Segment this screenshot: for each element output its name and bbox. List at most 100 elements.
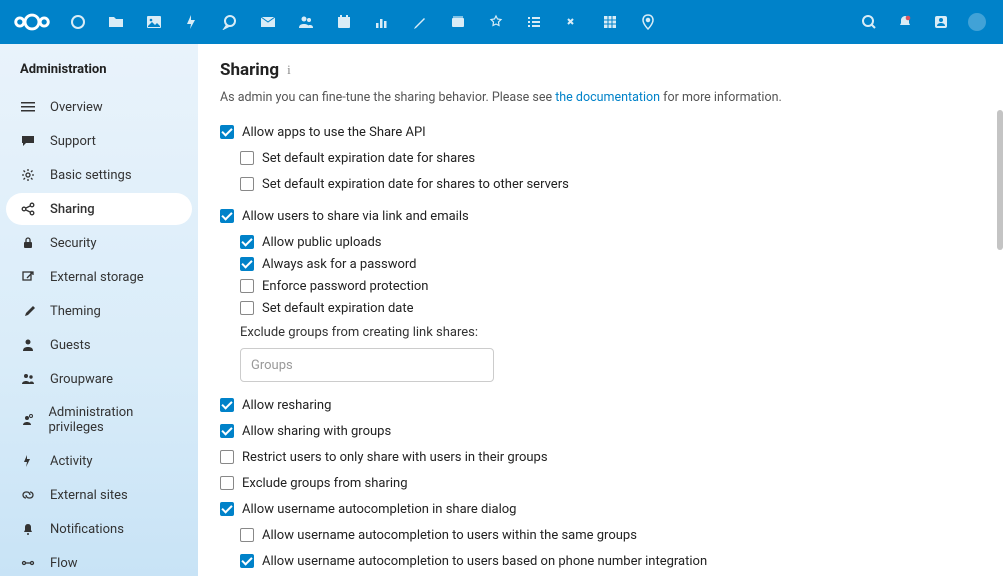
flow-icon [20,555,36,571]
sidebar-item-label: Overview [50,100,103,115]
sidebar-item-label: Activity [50,454,93,469]
sidebar-item-groupware[interactable]: Groupware [6,363,192,395]
sidebar-item-activity[interactable]: Activity [6,445,192,477]
gear-icon [20,167,36,183]
user-menu-icon[interactable] [959,0,995,44]
chk-set-exp[interactable] [240,301,254,315]
sidebar-item-basic-settings[interactable]: Basic settings [6,159,192,191]
person-icon [20,337,36,353]
lbl-reshare: Allow resharing [242,398,331,413]
chk-exp-shares[interactable] [240,151,254,165]
lbl-share-api: Allow apps to use the Share API [242,125,426,140]
sidebar-item-security[interactable]: Security [6,227,192,259]
chk-share-groups[interactable] [220,424,234,438]
sidebar-item-flow[interactable]: Flow [6,547,192,576]
sidebar-item-label: External storage [50,270,144,285]
groups-input[interactable]: Groups [240,348,494,382]
sidebar-item-external-sites[interactable]: External sites [6,479,192,511]
chk-ask-pw[interactable] [240,257,254,271]
lbl-public-up: Allow public uploads [262,235,381,250]
chk-ac-phone[interactable] [240,554,254,568]
brush-icon [20,303,36,319]
talk-icon[interactable] [212,0,248,44]
share-icon [20,201,36,217]
content: Sharing i As admin you can fine-tune the… [198,44,1003,576]
sidebar-item-guests[interactable]: Guests [6,329,192,361]
photos-icon[interactable] [136,0,172,44]
tasks-icon[interactable] [516,0,552,44]
chk-ac-same-group[interactable] [240,528,254,542]
page-title: Sharing i [220,60,975,80]
lbl-ask-pw: Always ask for a password [262,257,417,272]
notes-icon[interactable] [402,0,438,44]
calendar-icon[interactable] [326,0,362,44]
dashboard-icon[interactable] [60,0,96,44]
sidebar-item-notifications[interactable]: Notifications [6,513,192,545]
group-icon [20,371,36,387]
lbl-set-exp: Set default expiration date [262,301,414,316]
page-desc: As admin you can fine-tune the sharing b… [220,90,975,105]
chk-restrict-groups[interactable] [220,450,234,464]
cospend-icon[interactable] [554,0,590,44]
sidebar-item-label: Guests [50,338,91,353]
bookmarks-icon[interactable] [478,0,514,44]
activity-icon[interactable] [174,0,210,44]
bell-icon [20,521,36,537]
page-title-text: Sharing [220,60,279,80]
search-icon[interactable] [851,0,887,44]
lbl-autocomplete: Allow username autocompletion in share d… [242,502,517,517]
topbar [0,0,1003,44]
sidebar-item-administration-privileges[interactable]: Administration privileges [6,397,192,443]
doc-link[interactable]: the documentation [555,90,660,105]
analytics-icon[interactable] [364,0,400,44]
main: Administration Overview Support Basic sett… [0,44,1003,576]
chk-reshare[interactable] [220,398,234,412]
chk-public-up[interactable] [240,235,254,249]
chat-icon [20,133,36,149]
deck-icon[interactable] [440,0,476,44]
lbl-share-groups: Allow sharing with groups [242,424,391,439]
lbl-exp-servers: Set default expiration date for shares t… [262,177,569,192]
chk-exp-servers[interactable] [240,177,254,191]
admin-icon [20,412,34,428]
sidebar-item-label: Groupware [50,372,113,387]
chk-link-email[interactable] [220,209,234,223]
list-icon [20,99,36,115]
chk-share-api[interactable] [220,125,234,139]
sidebar-item-label: Administration privileges [48,405,178,435]
sidebar-item-theming[interactable]: Theming [6,295,192,327]
topbar-right [851,0,995,44]
mail-icon[interactable] [250,0,286,44]
lbl-enforce-pw: Enforce password protection [262,279,428,294]
chk-exclude-groups[interactable] [220,476,234,490]
sidebar-item-label: Sharing [50,202,95,217]
notifications-icon[interactable] [887,0,923,44]
lbl-link-email: Allow users to share via link and emails [242,209,469,224]
sidebar-item-external-storage[interactable]: External storage [6,261,192,293]
lbl-exp-shares: Set default expiration date for shares [262,151,475,166]
logo[interactable] [8,12,56,32]
chk-enforce-pw[interactable] [240,279,254,293]
contacts-icon[interactable] [288,0,324,44]
sidebar-item-label: Security [50,236,97,251]
files-icon[interactable] [98,0,134,44]
exclude-label: Exclude groups from creating link shares… [240,325,975,340]
link-icon [20,487,36,503]
sidebar-item-label: Notifications [50,522,124,537]
tables-icon[interactable] [592,0,628,44]
sidebar-item-support[interactable]: Support [6,125,192,157]
chk-autocomplete[interactable] [220,502,234,516]
contacts-menu-icon[interactable] [923,0,959,44]
sidebar-item-label: Support [50,134,96,149]
info-icon[interactable]: i [287,62,291,78]
sidebar-item-sharing[interactable]: Sharing [6,193,192,225]
lbl-ac-same-group: Allow username autocompletion to users w… [262,528,637,543]
sidebar-item-overview[interactable]: Overview [6,91,192,123]
lock-icon [20,235,36,251]
external-icon [20,269,36,285]
sidebar-title: Administration [6,52,192,91]
lbl-restrict-groups: Restrict users to only share with users … [242,450,548,465]
sidebar: Administration Overview Support Basic sett… [0,44,198,576]
scrollbar[interactable] [997,110,1003,250]
maps-icon[interactable] [630,0,666,44]
